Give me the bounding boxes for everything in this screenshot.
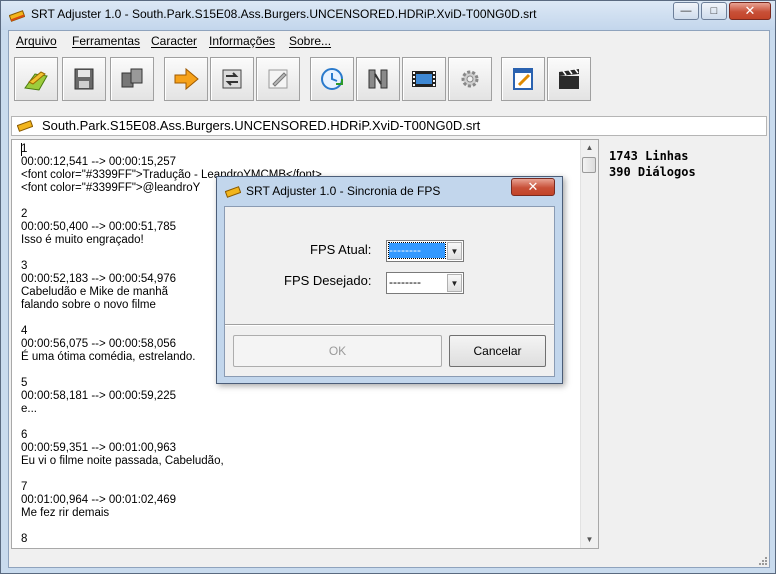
dialog-title[interactable]: SRT Adjuster 1.0 - Sincronia de FPS <box>246 184 440 198</box>
fps-desejado-value: -------- <box>389 275 421 289</box>
scroll-down-icon[interactable]: ▼ <box>581 532 598 548</box>
fps-atual-select[interactable]: -------- ▼ <box>386 240 464 262</box>
menu-sobre[interactable]: Sobre... <box>289 34 331 48</box>
file-path-text: South.Park.S15E08.Ass.Burgers.UNCENSORED… <box>42 118 481 133</box>
chevron-down-icon[interactable]: ▼ <box>447 274 462 292</box>
fps-sync-dialog: SRT Adjuster 1.0 - Sincronia de FPS ✕ FP… <box>216 176 563 384</box>
editor-line: 7 <box>21 481 28 493</box>
title-bar[interactable]: SRT Adjuster 1.0 - South.Park.S15E08.Ass… <box>1 1 775 30</box>
close-icon: ✕ <box>527 179 539 194</box>
compare-icon <box>368 69 388 89</box>
file-icon <box>17 120 33 132</box>
editor-line: 00:00:12,541 --> 00:00:15,257 <box>21 156 177 168</box>
fps-atual-value: -------- <box>388 242 446 259</box>
menu-caracter[interactable]: Caracter <box>151 34 197 48</box>
maximize-button[interactable]: □ <box>701 2 727 20</box>
menu-arquivo[interactable]: Arquivo <box>16 34 57 48</box>
editor-line: 8 <box>21 533 28 545</box>
settings-icon <box>461 70 479 88</box>
menu-ferramentas[interactable]: Ferramentas <box>72 34 140 48</box>
dialog-body: FPS Atual: -------- ▼ FPS Desejado: ----… <box>224 206 555 377</box>
editor-line: Eu vi o filme noite passada, Cabeludão, <box>21 455 224 467</box>
status-bar <box>9 550 769 567</box>
dialog-count: 390 Diálogos <box>609 165 696 179</box>
toolbar-open-button[interactable] <box>14 57 58 101</box>
dialog-separator <box>225 324 554 326</box>
file-path-bar: South.Park.S15E08.Ass.Burgers.UNCENSORED… <box>11 116 767 136</box>
toolbar-settings-button[interactable] <box>448 57 492 101</box>
resize-grip-icon[interactable] <box>757 555 767 565</box>
toolbar-compare-button[interactable] <box>356 57 400 101</box>
toolbar-forward-button[interactable] <box>164 57 208 101</box>
editor-line: e... <box>21 403 37 415</box>
toolbar <box>9 53 769 107</box>
toolbar-clapperboard-button[interactable] <box>547 57 591 101</box>
edit-icon <box>268 69 288 89</box>
toolbar-save-button[interactable] <box>62 57 106 101</box>
dialog-close-button[interactable]: ✕ <box>511 178 555 196</box>
clapperboard-icon <box>559 68 579 89</box>
editor-line: 00:00:58,181 --> 00:00:59,225 <box>21 390 177 402</box>
ok-button[interactable]: OK <box>233 335 442 367</box>
minimize-button[interactable]: — <box>673 2 699 20</box>
open-folder-icon <box>24 71 48 91</box>
editor-line: 6 <box>21 429 28 441</box>
cancel-button[interactable]: Cancelar <box>449 335 546 367</box>
toolbar-copy-button[interactable] <box>110 57 154 101</box>
window-controls: — □ ✕ <box>671 2 771 22</box>
close-button[interactable]: ✕ <box>729 2 771 20</box>
toolbar-film-button[interactable] <box>402 57 446 101</box>
close-icon: ✕ <box>744 3 756 18</box>
window-title: SRT Adjuster 1.0 - South.Park.S15E08.Ass… <box>31 7 537 21</box>
chevron-down-icon[interactable]: ▼ <box>447 242 462 260</box>
film-icon <box>412 71 436 87</box>
editor-line: 00:00:59,351 --> 00:01:00,963 <box>21 442 177 454</box>
copy-files-icon <box>121 68 143 88</box>
scroll-thumb[interactable] <box>582 157 596 173</box>
line-count: 1743 Linhas <box>609 149 689 163</box>
editor-line: Me fez rir demais <box>21 507 110 519</box>
sync-icon <box>222 69 242 89</box>
text-cursor <box>21 143 22 156</box>
forward-arrow-icon <box>174 67 199 91</box>
save-icon <box>74 68 94 90</box>
editor-line: 1 <box>21 143 28 155</box>
dialog-app-icon <box>225 186 241 198</box>
menu-bar: Arquivo Ferramentas Caracter Informações… <box>9 31 769 51</box>
clock-icon <box>321 68 343 90</box>
vertical-scrollbar[interactable]: ▲ ▼ <box>580 140 598 548</box>
toolbar-notepad-button[interactable] <box>501 57 545 101</box>
toolbar-sync-button[interactable] <box>210 57 254 101</box>
notepad-icon <box>513 68 533 90</box>
stats-panel: 1743 Linhas 390 Diálogos <box>609 148 696 180</box>
toolbar-edit-button[interactable] <box>256 57 300 101</box>
editor-line: 00:01:00,964 --> 00:01:02,469 <box>21 494 177 506</box>
fps-desejado-select[interactable]: -------- ▼ <box>386 272 464 294</box>
app-logo-icon <box>9 10 25 22</box>
minimize-icon: — <box>680 5 692 17</box>
fps-desejado-label: FPS Desejado: <box>284 273 372 288</box>
menu-informacoes[interactable]: Informações <box>209 34 275 48</box>
fps-atual-label: FPS Atual: <box>310 242 372 257</box>
maximize-icon: □ <box>710 5 718 17</box>
toolbar-clock-button[interactable] <box>310 57 354 101</box>
scroll-up-icon[interactable]: ▲ <box>581 140 598 156</box>
